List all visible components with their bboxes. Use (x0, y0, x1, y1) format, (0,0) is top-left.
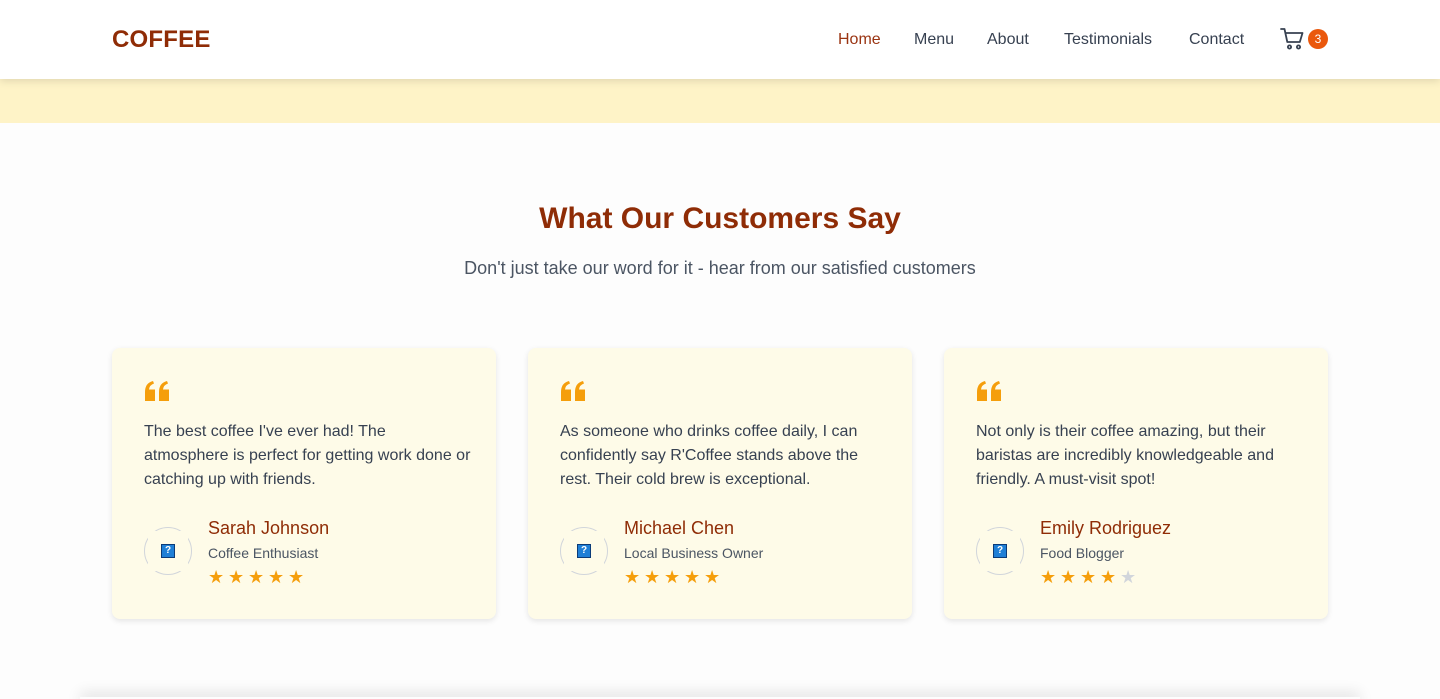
testimonial-text: Not only is their coffee amazing, but th… (976, 423, 1274, 488)
star-rating: ★ ★ ★ ★ ★ (208, 568, 308, 586)
star-rating: ★ ★ ★ ★ ★ (624, 568, 724, 586)
cart-icon (1280, 28, 1304, 50)
star-icon: ★ (704, 567, 721, 587)
avatar: ? (976, 527, 1024, 575)
star-rating: ★ ★ ★ ★ ★ (1040, 568, 1140, 586)
star-icon: ★ (1100, 567, 1117, 587)
quote-icon (561, 381, 585, 401)
star-icon: ★ (288, 567, 305, 587)
testimonial-card: As someone who drinks coffee daily, I ca… (528, 348, 912, 619)
star-icon: ★ (1040, 567, 1057, 587)
broken-image-icon: ? (161, 544, 175, 558)
customer-role: Coffee Enthusiast (208, 545, 319, 561)
star-icon: ★ (228, 567, 245, 587)
star-empty-icon: ★ (1120, 567, 1137, 587)
star-icon: ★ (644, 567, 661, 587)
star-icon: ★ (208, 567, 225, 587)
testimonial-card: Not only is their coffee amazing, but th… (944, 348, 1328, 619)
star-icon: ★ (684, 567, 701, 587)
testimonials-title: What Our Customers Say (539, 202, 901, 235)
testimonial-card: The best coffee I've ever had! The atmos… (112, 348, 496, 619)
customer-role: Food Blogger (1040, 545, 1125, 561)
main-nav: Home Menu About Testimonials Contact (0, 29, 1440, 51)
avatar: ? (144, 527, 192, 575)
star-icon: ★ (268, 567, 285, 587)
broken-image-icon: ? (993, 544, 1007, 558)
cart-button[interactable]: 3 (1280, 26, 1330, 54)
customer-name: Michael Chen (624, 518, 735, 538)
nav-home-link[interactable]: Home (838, 29, 881, 51)
nav-contact-link[interactable]: Contact (1189, 29, 1244, 51)
avatar: ? (560, 527, 608, 575)
customer-name: Emily Rodriguez (1040, 518, 1172, 538)
star-icon: ★ (664, 567, 681, 587)
nav-about-link[interactable]: About (987, 29, 1029, 51)
star-icon: ★ (248, 567, 265, 587)
star-icon: ★ (1060, 567, 1077, 587)
nav-menu-link[interactable]: Menu (914, 29, 954, 51)
quote-icon (977, 381, 1001, 401)
customer-name: Sarah Johnson (208, 518, 330, 538)
nav-testimonials-link[interactable]: Testimonials (1064, 29, 1152, 51)
star-icon: ★ (624, 567, 641, 587)
testimonial-text: The best coffee I've ever had! The atmos… (144, 423, 471, 488)
hero-section-bottom (0, 79, 1440, 123)
customer-role: Local Business Owner (624, 545, 764, 561)
cart-count-badge: 3 (1308, 29, 1328, 49)
navbar: COFFEE Home Menu About Testimonials Cont… (0, 0, 1440, 79)
testimonials-subtitle: Don't just take our word for it - hear f… (464, 258, 976, 278)
quote-icon (145, 381, 169, 401)
broken-image-icon: ? (577, 544, 591, 558)
testimonial-text: As someone who drinks coffee daily, I ca… (560, 423, 859, 488)
star-icon: ★ (1080, 567, 1097, 587)
